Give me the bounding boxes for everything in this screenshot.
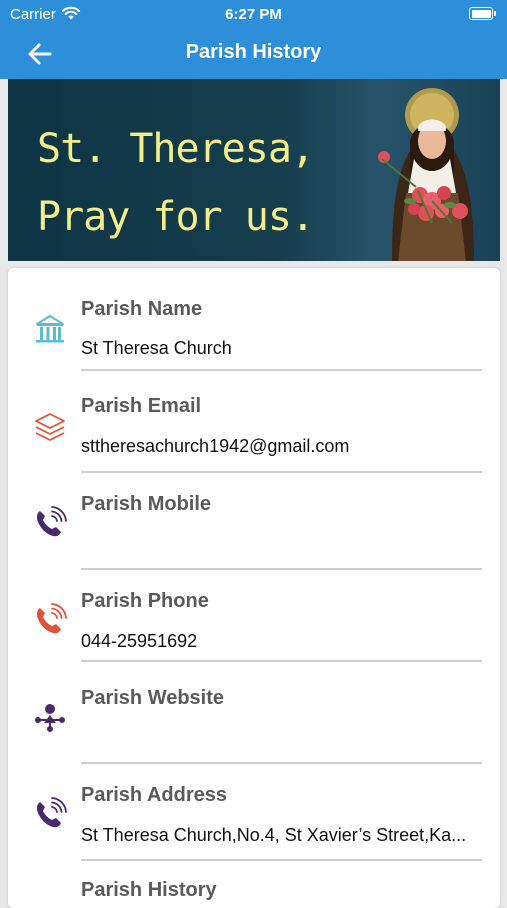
parish-email-label: Parish Email	[81, 395, 202, 417]
parish-website-label: Parish Website	[81, 687, 225, 709]
parish-address-value: St Theresa Church,No.4, St Xavier’s Stre…	[81, 825, 467, 845]
parish-name-row[interactable]: Parish Name St Theresa Church	[8, 268, 500, 365]
layers-icon	[35, 413, 65, 441]
parish-website-row[interactable]: Parish Website	[8, 657, 500, 754]
parish-mobile-row[interactable]: Parish Mobile	[8, 463, 500, 560]
parish-phone-label: Parish Phone	[81, 590, 209, 612]
phone-icon	[36, 603, 67, 634]
parish-address-row[interactable]: Parish Address St Theresa Church,No.4, S…	[8, 754, 500, 851]
network-icon	[35, 704, 65, 732]
building-icon	[36, 315, 64, 343]
parish-history-label: Parish History	[81, 879, 217, 901]
app-header: Carrier 6:27 PM Parish History	[0, 0, 507, 79]
parish-address-label: Parish Address	[81, 784, 227, 806]
banner-line-2: Pray for us.	[37, 194, 315, 240]
banner-text: St. Theresa, Pray for us.	[37, 115, 315, 251]
parish-email-value: sttheresachurch1942@gmail.com	[81, 436, 350, 456]
phone-icon	[36, 797, 67, 828]
parish-name-value: St Theresa Church	[81, 338, 232, 358]
page-title: Parish History	[185, 41, 322, 63]
saint-banner: St. Theresa, Pray for us.	[8, 79, 500, 261]
parish-email-row[interactable]: Parish Email sttheresachurch1942@gmail.c…	[8, 365, 500, 462]
status-time: 6:27 PM	[225, 6, 282, 23]
status-bar: Carrier 6:27 PM	[0, 0, 507, 28]
phone-icon	[36, 506, 67, 537]
parish-info-card: Parish Name St Theresa Church Parish Ema…	[8, 268, 500, 908]
saint-theresa-image	[378, 88, 474, 261]
parish-phone-value: 044-25951692	[81, 631, 198, 651]
parish-phone-row[interactable]: Parish Phone 044-25951692	[8, 560, 500, 657]
battery-icon	[469, 7, 496, 20]
banner-line-1: St. Theresa,	[37, 126, 315, 172]
parish-name-label: Parish Name	[81, 298, 203, 320]
parish-mobile-label: Parish Mobile	[81, 493, 212, 515]
nav-bar: Parish History	[0, 28, 507, 79]
parish-history-row[interactable]: Parish History	[8, 851, 500, 908]
